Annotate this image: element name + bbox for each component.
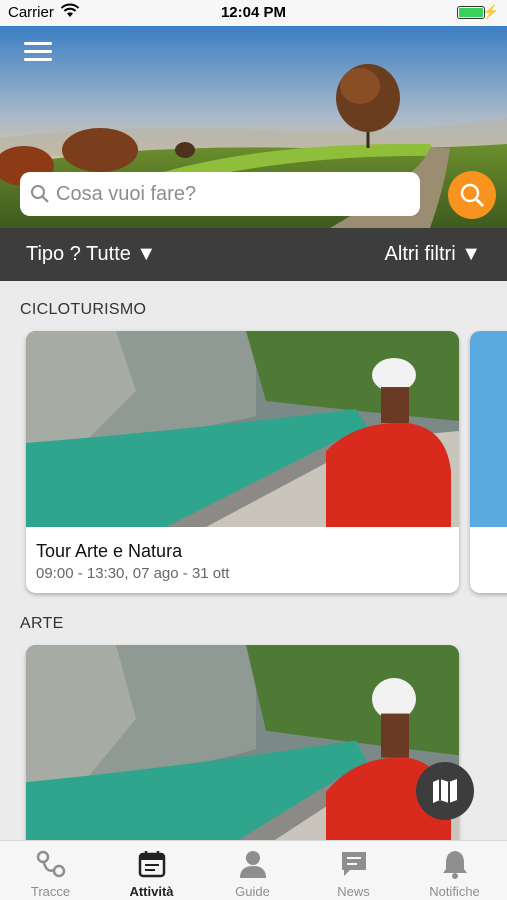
header-banner — [0, 26, 507, 228]
tab-attivita[interactable]: Attività — [101, 841, 202, 900]
charging-icon: ⚡ — [482, 4, 499, 19]
search-input[interactable] — [56, 178, 406, 210]
type-filter-dropdown[interactable]: Tipo ? Tutte ▼ — [26, 243, 156, 266]
activity-title: Tour Arte e Natura — [36, 541, 183, 561]
tab-label: Attività — [129, 884, 174, 899]
tab-notifiche[interactable]: Notifiche — [404, 841, 505, 900]
clock: 12:04 PM — [220, 4, 287, 21]
battery-icon — [457, 6, 485, 19]
map-button[interactable] — [416, 762, 474, 820]
tab-news[interactable]: News — [303, 841, 404, 900]
activity-image — [26, 331, 459, 527]
activity-date: 09:00 - 13:30, 07 ago - 31 ott — [36, 565, 230, 582]
search-icon — [31, 185, 49, 203]
hamburger-menu-icon — [24, 42, 52, 45]
tab-tracce[interactable]: Tracce — [0, 841, 101, 900]
section-title-arte: ARTE — [20, 615, 64, 632]
person-icon — [240, 851, 266, 878]
activity-card-next[interactable] — [470, 331, 507, 593]
tab-guide[interactable]: Guide — [202, 841, 303, 900]
status-bar: Carrier 12:04 PM ⚡ — [0, 0, 507, 26]
search-icon — [460, 183, 485, 208]
calendar-icon — [138, 851, 166, 878]
app-screen: Carrier 12:04 PM ⚡ Cosa vuoi fare? Tipo … — [0, 0, 507, 900]
section-title-cicloturismo: CICLOTURISMO — [20, 301, 147, 318]
tab-label: Tracce — [30, 884, 71, 899]
tab-label: Notifiche — [429, 884, 480, 899]
activity-card[interactable]: Tour Arte e Natura 09:00 - 13:30, 07 ago… — [26, 331, 459, 593]
tab-label: News — [337, 884, 370, 899]
filter-bar: Tipo ? Tutte ▼ Altri filtri ▼ — [0, 228, 507, 281]
bell-icon — [443, 851, 467, 879]
chat-bubble-icon — [342, 852, 366, 876]
search-bar[interactable] — [20, 172, 420, 216]
more-filters-button[interactable]: Altri filtri ▼ — [385, 243, 481, 266]
search-button[interactable] — [448, 171, 496, 219]
menu-button[interactable] — [24, 42, 52, 64]
activity-image — [470, 331, 507, 527]
tab-bar: Tracce Attività Guide News Notifiche — [0, 840, 507, 900]
route-icon — [36, 850, 66, 878]
map-icon — [433, 779, 457, 803]
tab-label: Guide — [235, 884, 270, 899]
